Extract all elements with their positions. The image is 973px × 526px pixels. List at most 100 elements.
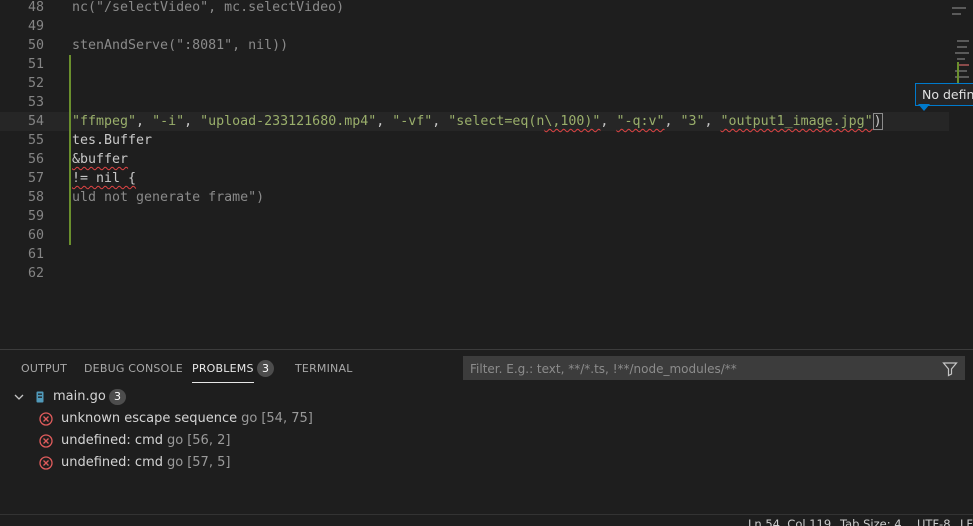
line-number: 54 [27,114,44,129]
code-line[interactable]: 50 stenAndServe(":8081", nil)) [0,36,973,55]
problem-message: unknown escape sequence [61,411,238,426]
filter-input[interactable] [468,357,932,381]
filter-icon[interactable] [942,361,958,377]
modified-line-marker [69,150,71,169]
code-text: stenAndServe(":8081", nil)) [72,36,288,55]
line-number: 58 [27,190,44,205]
modified-line-marker [69,112,71,131]
code-token: uld not generate frame") [72,190,265,205]
code-text: "ffmpeg", "-i", "upload-233121680.mp4", … [72,112,883,131]
code-line[interactable]: 54 "ffmpeg", "-i", "upload-233121680.mp4"… [0,112,973,131]
problem-item[interactable]: unknown escape sequence go [54, 75] [0,408,973,430]
problem-position: [56, 2] [187,433,231,448]
problem-item[interactable]: undefined: cmd go [57, 5] [0,452,973,474]
modified-line-marker [69,74,71,93]
code-line[interactable]: 53 [0,93,973,112]
problems-count-badge: 3 [257,360,274,377]
code-token: tes.Buffer [72,133,153,148]
line-number: 49 [27,19,44,34]
modified-line-marker [69,131,71,150]
code-token: "ffmpeg" [72,114,137,129]
line-number: 51 [27,57,44,72]
code-text: &buffer [72,150,128,169]
tooltip-arrow-icon [918,104,930,111]
code-line[interactable]: 58 uld not generate frame") [0,188,973,207]
tooltip-text: No defini [922,87,973,102]
modified-line-marker [69,226,71,245]
tab-output[interactable]: OUTPUT [21,360,67,378]
problems-file-name: main.go [53,389,106,404]
problem-item[interactable]: undefined: cmd go [56, 2] [0,430,973,452]
modified-line-marker [69,93,71,112]
code-text: != nil { [72,169,136,188]
code-text: nc("/selectVideo", mc.selectVideo) [72,0,344,17]
code-line[interactable]: 52 [0,74,973,93]
line-number: 59 [27,209,44,224]
code-line[interactable]: 57 != nil { [0,169,973,188]
code-line[interactable]: 56 &buffer [0,150,973,169]
code-line[interactable]: 51 [0,55,973,74]
code-token: , [600,114,617,129]
minimap[interactable] [949,0,973,349]
code-token: != nil { [72,171,137,186]
line-number: 61 [27,247,44,262]
code-line[interactable]: 49 [0,17,973,36]
error-icon [39,434,53,448]
line-number: 62 [27,266,44,281]
code-token: "-i" [152,114,185,129]
go-file-icon [36,391,44,403]
problems-file-row[interactable]: main.go 3 [0,386,973,408]
line-number: 50 [27,38,44,53]
code-token: \,100)" [544,114,601,129]
problems-filter [463,356,965,381]
code-line[interactable]: 48 nc("/selectVideo", mc.selectVideo) [0,0,973,17]
code-token: , [704,114,721,129]
code-line[interactable]: 62 [0,264,973,283]
code-token: , [136,114,153,129]
tab-debug-console[interactable]: DEBUG CONSOLE [84,360,183,378]
bottom-panel: OUTPUT DEBUG CONSOLE PROBLEMS 3 TERMINAL… [0,349,973,515]
code-text: tes.Buffer [72,131,152,150]
code-token: "upload-233121680.mp4" [200,114,377,129]
problem-message: undefined: cmd [61,433,163,448]
modified-line-marker [69,169,71,188]
code-token: nc("/selectVideo", mc.selectVideo) [72,0,345,15]
code-token: ) [872,113,883,130]
status-bar: Ln 54, Col 119 Tab Size: 4 UTF-8 LF [0,514,973,526]
code-token: , [664,114,681,129]
problem-position: [57, 5] [187,455,231,470]
line-number: 52 [27,76,44,91]
line-number: 55 [27,133,44,148]
line-number: 56 [27,152,44,167]
problem-source: go [166,433,184,448]
panel-tabs: OUTPUT DEBUG CONSOLE PROBLEMS 3 TERMINAL [0,350,973,386]
problem-source: go [241,411,258,426]
code-token: , [376,114,393,129]
code-token: , [184,114,201,129]
line-number: 60 [27,228,44,243]
code-editor[interactable]: 48 nc("/selectVideo", mc.selectVideo) 49 50… [0,0,973,349]
problem-source: go [166,455,184,470]
hover-tooltip: No defini [915,83,973,106]
code-token: "output1_image.jpg" [720,114,873,129]
modified-line-marker [69,55,71,74]
code-text: uld not generate frame") [72,188,264,207]
line-number: 57 [27,171,44,186]
code-line[interactable]: 60 [0,226,973,245]
tab-problems[interactable]: PROBLEMS [192,360,254,383]
file-problems-count: 3 [109,389,126,405]
code-token: &buffer [72,152,129,167]
code-line[interactable]: 55 tes.Buffer [0,131,973,150]
code-line[interactable]: 59 [0,207,973,226]
code-token: "-vf" [392,114,433,129]
code-token: , [432,114,449,129]
code-token: "select=eq(n [448,114,545,129]
code-line[interactable]: 61 [0,245,973,264]
tab-terminal[interactable]: TERMINAL [295,360,353,378]
modified-line-marker [69,207,71,226]
error-icon [39,456,53,470]
chevron-down-icon[interactable] [13,386,25,408]
error-icon [39,412,53,426]
line-number: 48 [27,0,44,15]
problem-position: [54, 75] [261,411,313,426]
